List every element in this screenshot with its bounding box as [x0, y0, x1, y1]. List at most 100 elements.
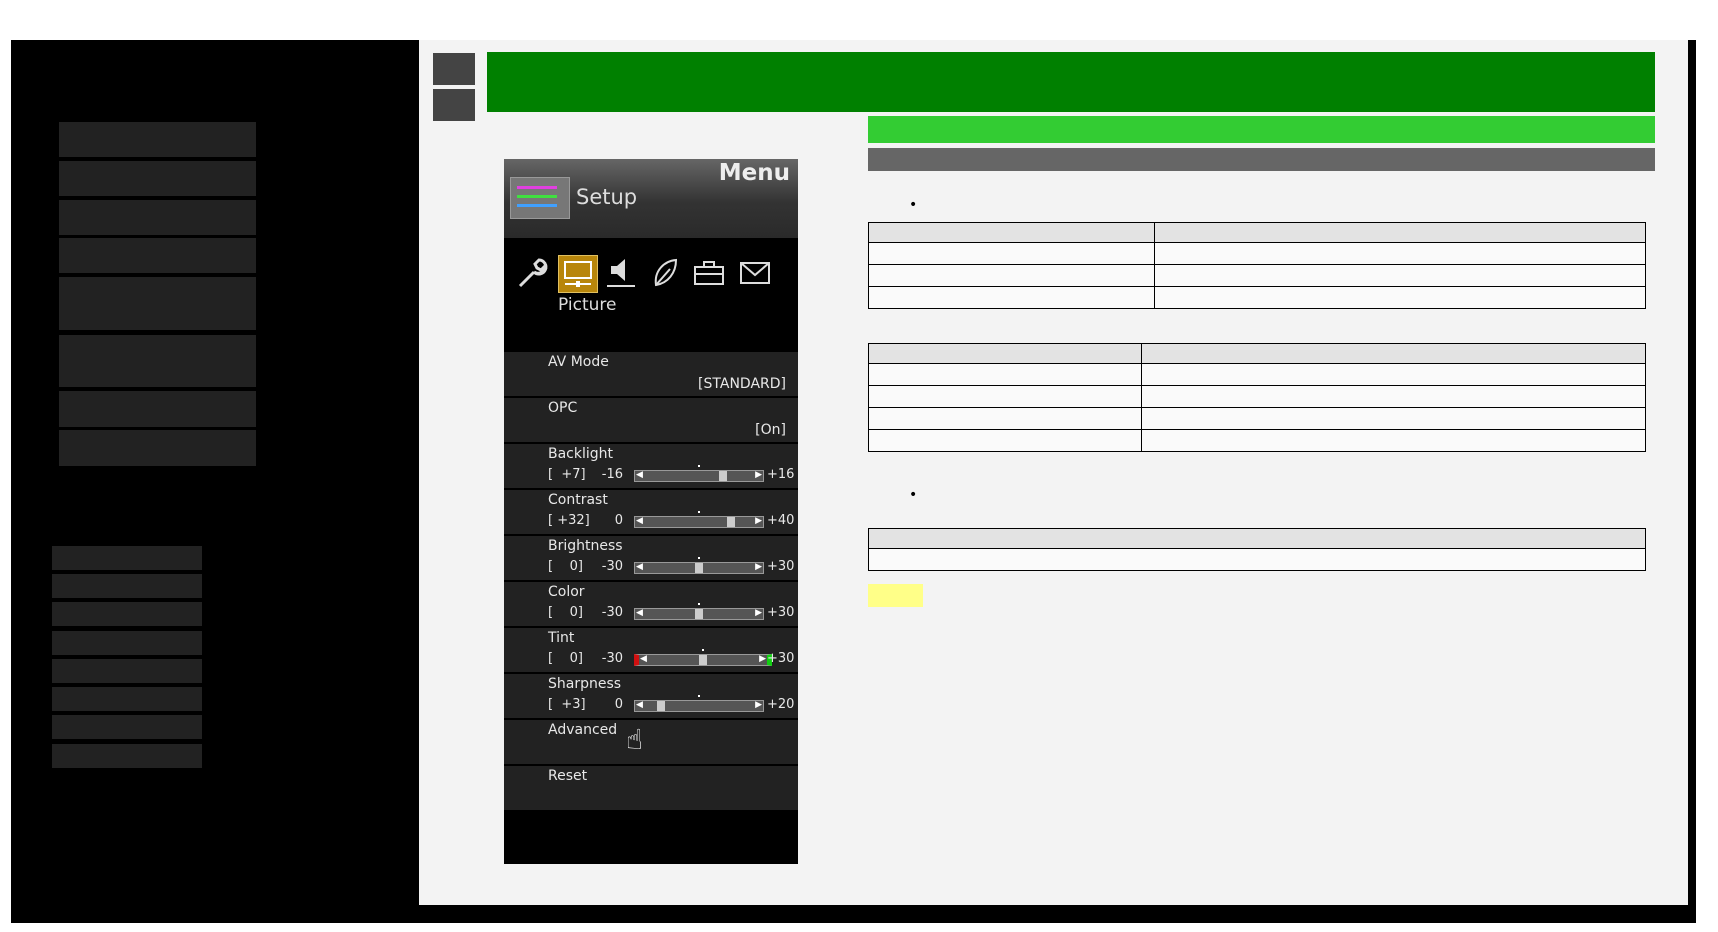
menu-item-sharpness[interactable]: Sharpness [ +3] 0 ◀ ▶ +20 [504, 674, 798, 720]
mail-icon[interactable] [736, 255, 774, 291]
menu-item-label: Advanced [548, 722, 618, 738]
min-value: -30 [601, 651, 623, 666]
slider-row: [ +3] 0 ◀ ▶ +20 [548, 695, 794, 713]
menu-item-label: Tint [548, 630, 575, 646]
info-table-2 [868, 343, 1646, 452]
sub-nav-button-1[interactable] [52, 546, 202, 570]
subsection-bar [868, 148, 1655, 171]
menu-item-contrast[interactable]: Contrast [ +32] 0 ◀ ▶ +40 [504, 490, 798, 536]
min-value: 0 [614, 513, 623, 528]
menu-item-label: Sharpness [548, 676, 622, 692]
nav-button-2[interactable] [59, 161, 256, 196]
setup-label: Setup [576, 185, 638, 209]
nav-button-7[interactable] [59, 391, 256, 427]
briefcase-icon[interactable] [690, 255, 728, 291]
menu-item-brightness[interactable]: Brightness [ 0] -30 ◀ ▶ +30 [504, 536, 798, 582]
menu-item-label: OPC [548, 400, 578, 416]
max-value: +16 [767, 467, 795, 482]
menu-item-color[interactable]: Color [ 0] -30 ◀ ▶ +30 [504, 582, 798, 628]
slider-row: [ +7] -16 ◀ ▶ +16 [548, 465, 794, 483]
nav-button-5[interactable] [59, 277, 256, 330]
table-row [868, 385, 1646, 408]
table-header-row [868, 343, 1646, 364]
nav-button-4[interactable] [59, 238, 256, 273]
brightness-slider[interactable]: ◀ ▶ [634, 557, 764, 574]
slider-knob[interactable] [727, 517, 736, 527]
info-table-3 [868, 528, 1646, 571]
nav-button-3[interactable] [59, 200, 256, 235]
speaker-icon[interactable] [602, 255, 640, 291]
tv-menu-header: Menu Setup [504, 159, 798, 238]
max-value: +30 [767, 559, 795, 574]
menu-item-label: Reset [548, 768, 588, 784]
slider-knob[interactable] [695, 609, 703, 619]
backlight-slider[interactable]: ◀ ▶ [634, 465, 764, 482]
contrast-slider[interactable]: ◀ ▶ [634, 511, 764, 528]
current-value: [ 0] [548, 559, 583, 574]
table-row [868, 429, 1646, 452]
section-bar [868, 116, 1655, 143]
slider-row: [ 0] -30 ◀ ▶ +30 [548, 557, 794, 575]
current-value: [ 0] [548, 651, 583, 666]
current-value: [ +7] [548, 467, 586, 482]
menu-item-value: [STANDARD] [698, 376, 786, 392]
highlight-marker [868, 584, 923, 607]
menu-item-label: Color [548, 584, 585, 600]
nav-button-1[interactable] [59, 122, 256, 157]
menu-item-opc[interactable]: OPC [On] [504, 398, 798, 444]
min-value: -30 [601, 605, 623, 620]
table-row [868, 286, 1646, 309]
table-header-row [868, 222, 1646, 243]
table-header-row [868, 528, 1646, 549]
square-button-top[interactable] [433, 53, 475, 85]
sub-nav-button-8[interactable] [52, 744, 202, 768]
slider-row: [ +32] 0 ◀ ▶ +40 [548, 511, 794, 529]
table-row [868, 242, 1646, 265]
menu-item-tint[interactable]: Tint [ 0] -30 ◀ ▶ +30 [504, 628, 798, 674]
right-edge-bar [1688, 40, 1696, 905]
min-value: 0 [614, 697, 623, 712]
slider-knob[interactable] [657, 701, 666, 711]
wrench-icon[interactable] [514, 255, 552, 291]
bottom-bar [419, 905, 1696, 923]
min-value: -30 [601, 559, 623, 574]
slider-row: [ 0] -30 ◀ ▶ +30 [548, 649, 794, 667]
sharpness-slider[interactable]: ◀ ▶ [634, 695, 764, 712]
nav-button-6[interactable] [59, 335, 256, 387]
table-row [868, 407, 1646, 430]
tint-slider[interactable]: ◀ ▶ [634, 649, 772, 666]
slider-knob[interactable] [699, 655, 707, 665]
menu-item-value: [On] [755, 422, 786, 438]
current-value: [ 0] [548, 605, 583, 620]
menu-item-label: Brightness [548, 538, 623, 554]
menu-item-advanced[interactable]: Advanced ☝ [504, 720, 798, 766]
category-label: Picture [558, 295, 617, 315]
menu-item-label: AV Mode [548, 354, 609, 370]
table-row [868, 363, 1646, 386]
sub-nav-button-6[interactable] [52, 687, 202, 711]
table-row [868, 548, 1646, 571]
slider-knob[interactable] [695, 563, 703, 573]
sub-nav-button-2[interactable] [52, 574, 202, 598]
color-slider[interactable]: ◀ ▶ [634, 603, 764, 620]
menu-item-av-mode[interactable]: AV Mode [STANDARD] [504, 352, 798, 398]
sub-nav-button-3[interactable] [52, 602, 202, 626]
tv-menu-screenshot: Menu Setup Picture AV Mode [STANDARD] OP… [504, 159, 798, 864]
info-table-1 [868, 222, 1646, 309]
leaf-icon[interactable] [646, 255, 684, 291]
pointing-hand-icon: ☝ [626, 723, 644, 756]
menu-item-backlight[interactable]: Backlight [ +7] -16 ◀ ▶ +16 [504, 444, 798, 490]
sub-nav-button-7[interactable] [52, 715, 202, 739]
slider-knob[interactable] [718, 471, 727, 481]
picture-icon[interactable] [558, 255, 598, 293]
min-value: -16 [601, 467, 623, 482]
menu-item-label: Contrast [548, 492, 608, 508]
left-navigation-panel [11, 40, 419, 923]
sub-nav-button-5[interactable] [52, 659, 202, 683]
nav-button-8[interactable] [59, 430, 256, 466]
bullet-point-2: • [909, 487, 918, 503]
square-button-bottom[interactable] [433, 89, 475, 121]
sub-nav-button-4[interactable] [52, 631, 202, 655]
menu-item-reset[interactable]: Reset [504, 766, 798, 812]
title-bar [487, 52, 1655, 112]
